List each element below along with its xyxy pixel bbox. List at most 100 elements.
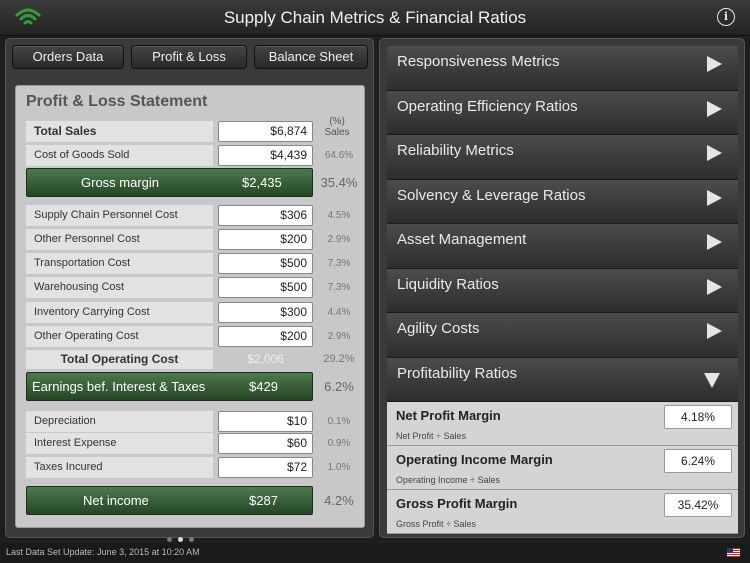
total-operating-cost-pct: 29.2%	[323, 353, 355, 365]
cost-pct: 2.9%	[327, 331, 351, 342]
ratio-name: Net Profit Margin	[396, 408, 501, 423]
cost-field[interactable]: $500	[218, 253, 313, 274]
menu-item-label: Liquidity Ratios	[397, 275, 499, 293]
page-dot[interactable]	[167, 537, 172, 542]
cogs-field[interactable]: $4,439	[218, 145, 313, 166]
left-panel: Orders Data Profit & Loss Balance Sheet …	[5, 38, 374, 538]
last-update-text: Last Data Set Update: June 3, 2015 at 10…	[6, 547, 200, 557]
menu-item-label: Asset Management	[397, 231, 527, 248]
menu-item-agility-costs[interactable]: Agility Costs	[387, 313, 738, 358]
menu-item-reliability[interactable]: Reliability Metrics	[387, 135, 738, 180]
sales-percent-header: (%) Sales	[324, 116, 350, 138]
arrow-right-icon	[707, 100, 722, 117]
net-income-label: Net income	[83, 493, 149, 508]
cost-field[interactable]: $200	[218, 229, 313, 250]
profit-loss-statement: Profit & Loss Statement (%) Sales Total …	[15, 85, 365, 528]
net-income-value: $287	[249, 493, 278, 508]
net-income-bar: Net income $287	[26, 486, 313, 515]
ratio-formula: Gross Profit ÷ Sales	[396, 519, 476, 529]
ratio-row: Gross Profit Margin Gross Profit ÷ Sales…	[387, 490, 738, 534]
gross-margin-label: Gross margin	[81, 175, 160, 190]
net-income-pct: 4.2%	[324, 493, 354, 508]
expense-pct: 0.9%	[327, 438, 351, 449]
cost-pct: 4.5%	[327, 210, 351, 221]
arrow-down-icon	[704, 372, 720, 388]
arrow-right-icon	[707, 234, 722, 250]
cost-label: Other Personnel Cost	[26, 229, 213, 250]
ratio-value: 35.42%	[664, 493, 732, 517]
cost-pct: 7.3%	[327, 282, 351, 293]
menu-item-liquidity[interactable]: Liquidity Ratios	[387, 268, 738, 313]
total-sales-label: Total Sales	[26, 121, 213, 142]
ebit-value: $429	[249, 379, 278, 394]
expense-label: Taxes Incured	[26, 457, 213, 478]
arrow-right-icon	[707, 323, 722, 339]
ratio-name: Gross Profit Margin	[396, 496, 518, 511]
tab-profit-loss[interactable]: Profit & Loss	[131, 45, 247, 69]
menu-item-operating-efficiency[interactable]: Operating Efficiency Ratios	[387, 90, 738, 135]
arrow-right-icon	[707, 278, 722, 295]
expense-label: Interest Expense	[26, 433, 213, 454]
expense-field[interactable]: $72	[218, 457, 313, 478]
cogs-pct: 64.6%	[324, 150, 354, 161]
right-panel: Responsiveness Metrics Operating Efficie…	[379, 38, 745, 538]
info-icon[interactable]: i	[717, 8, 735, 26]
ratio-formula: Operating Income ÷ Sales	[396, 475, 500, 485]
arrow-right-icon	[707, 145, 722, 161]
total-sales-field[interactable]: $6,874	[218, 121, 313, 142]
cost-label: Warehousing Cost	[26, 277, 213, 298]
cost-field[interactable]: $500	[218, 277, 313, 298]
tab-orders-data[interactable]: Orders Data	[12, 45, 124, 69]
gross-margin-bar: Gross margin $2,435	[26, 168, 313, 197]
ratio-row: Operating Income Margin Operating Income…	[387, 446, 738, 490]
page-dot[interactable]	[189, 537, 194, 542]
ratio-value: 6.24%	[664, 449, 732, 473]
tab-balance-sheet[interactable]: Balance Sheet	[254, 45, 368, 69]
status-bar: Last Data Set Update: June 3, 2015 at 10…	[0, 543, 750, 563]
cost-pct: 7.3%	[327, 258, 351, 269]
app-title: Supply Chain Metrics & Financial Ratios	[223, 8, 527, 27]
cost-label: Other Operating Cost	[26, 326, 213, 347]
ratio-row: Net Profit Margin Net Profit ÷ Sales 4.1…	[387, 402, 738, 446]
cost-field[interactable]: $200	[218, 326, 313, 347]
cost-field[interactable]: $306	[218, 205, 313, 226]
gross-margin-pct: 35.4%	[320, 175, 358, 190]
menu-item-label: Operating Efficiency Ratios	[397, 97, 578, 115]
arrow-right-icon	[707, 56, 722, 72]
cost-label: Inventory Carrying Cost	[26, 302, 213, 323]
cost-pct: 2.9%	[327, 234, 351, 245]
cost-field[interactable]: $300	[218, 302, 313, 323]
expense-pct: 1.0%	[327, 462, 351, 473]
expense-label: Depreciation	[26, 411, 213, 432]
gross-margin-value: $2,435	[242, 175, 282, 190]
cost-pct: 4.4%	[327, 307, 351, 318]
menu-item-label: Responsiveness Metrics	[397, 53, 560, 70]
ebit-pct: 6.2%	[324, 379, 354, 394]
page-dot-active[interactable]	[178, 537, 183, 542]
menu-item-responsiveness[interactable]: Responsiveness Metrics	[387, 46, 738, 91]
ratio-formula: Net Profit ÷ Sales	[396, 431, 466, 441]
expense-field[interactable]: $10	[218, 411, 313, 432]
title-bar: Supply Chain Metrics & Financial Ratios …	[0, 0, 750, 36]
expense-field[interactable]: $60	[218, 433, 313, 454]
cogs-label: Cost of Goods Sold	[26, 145, 213, 166]
expense-pct: 0.1%	[327, 416, 351, 427]
menu-item-solvency[interactable]: Solvency & Leverage Ratios	[387, 179, 738, 224]
cost-label: Transportation Cost	[26, 253, 213, 274]
arrow-right-icon	[707, 189, 722, 206]
ebit-bar: Earnings bef. Interest & Taxes $429	[26, 372, 313, 401]
us-flag-icon[interactable]	[727, 548, 740, 557]
menu-item-label: Profitability Ratios	[397, 364, 518, 382]
total-operating-cost-value: $2,006	[247, 352, 284, 366]
ratio-value: 4.18%	[664, 405, 732, 429]
ratio-name: Operating Income Margin	[396, 452, 553, 467]
menu-item-label: Reliability Metrics	[397, 142, 514, 159]
menu-item-asset-management[interactable]: Asset Management	[387, 224, 738, 269]
metrics-menu: Responsiveness Metrics Operating Efficie…	[387, 46, 738, 534]
menu-item-label: Solvency & Leverage Ratios	[397, 186, 586, 204]
statement-title: Profit & Loss Statement	[26, 93, 208, 110]
total-operating-cost-label: Total Operating Cost	[26, 350, 213, 369]
ebit-label: Earnings bef. Interest & Taxes	[32, 379, 206, 394]
menu-item-profitability[interactable]: Profitability Ratios	[387, 357, 738, 402]
menu-item-label: Agility Costs	[397, 320, 480, 337]
